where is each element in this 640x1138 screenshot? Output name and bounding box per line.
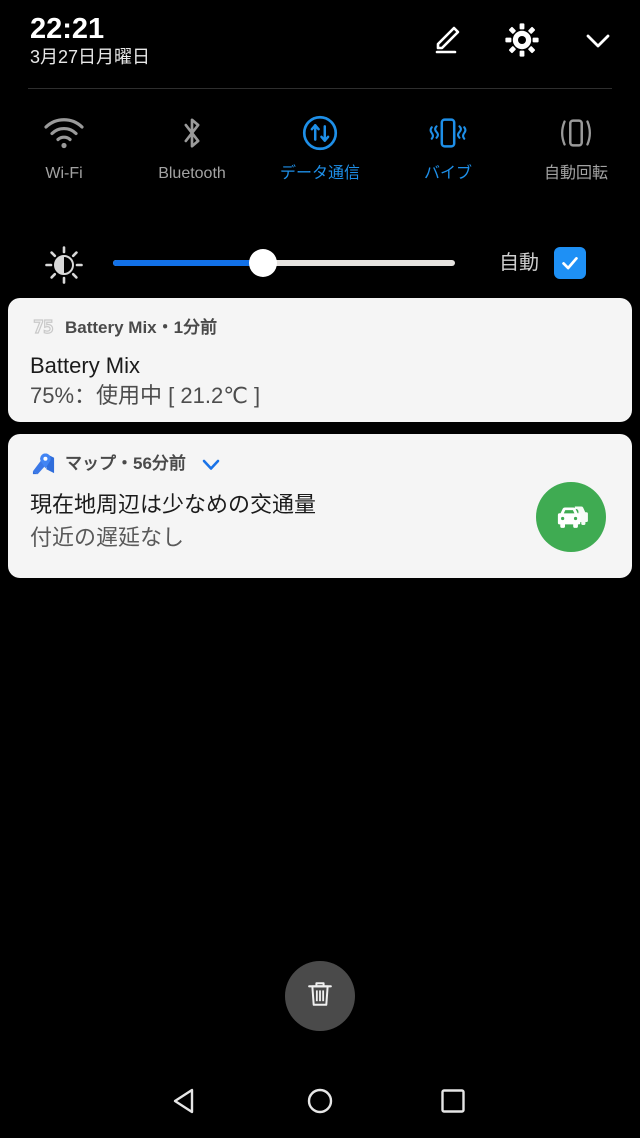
traffic-car-icon (536, 482, 606, 552)
status-clock: 22:21 (30, 13, 105, 45)
status-date: 3月27日月曜日 (30, 47, 151, 67)
quick-tile-mobile-data[interactable]: データ通信 (256, 104, 384, 204)
trash-icon (302, 976, 338, 1017)
quick-tile-bluetooth[interactable]: Bluetooth (128, 104, 256, 204)
shade-header: 22:21 3月27日月曜日 (0, 0, 640, 92)
battery-mix-icon-text: 75 (33, 317, 55, 338)
chevron-down-icon[interactable] (580, 22, 616, 58)
quick-tile-label: バイブ (423, 165, 472, 182)
quick-tile-label: データ通信 (279, 165, 360, 182)
circle-home-icon (300, 1081, 340, 1126)
header-divider (28, 88, 612, 89)
chevron-down-icon[interactable] (199, 452, 223, 476)
vibrate-icon (425, 110, 471, 156)
mobile-data-icon (299, 110, 341, 156)
notification-header: 75 Battery Mix・1分前 (30, 316, 218, 340)
wifi-icon (42, 110, 86, 156)
quick-tile-label: Wi-Fi (45, 165, 83, 182)
quick-tile-auto-rotate[interactable]: 自動回転 (512, 104, 640, 204)
quick-tile-label: 自動回転 (543, 165, 608, 182)
brightness-row: 自動 (0, 232, 640, 294)
auto-brightness-label: 自動 (499, 252, 539, 274)
battery-mix-icon: 75 (30, 316, 56, 340)
notification-title: 現在地周辺は少なめの交通量 (30, 492, 317, 517)
clear-all-notifications-button[interactable] (285, 961, 355, 1031)
notification-body: 75%：使用中 [ 21.2℃ ] (30, 383, 261, 408)
notification-body: 付近の遅延なし (30, 525, 185, 550)
slider-thumb[interactable] (249, 249, 278, 277)
back-button[interactable] (164, 1080, 210, 1126)
slider-fill (113, 260, 264, 266)
notification-app-name: マップ・56分前 (65, 454, 186, 473)
notification-title: Battery Mix (30, 353, 141, 378)
brightness-icon (44, 245, 84, 290)
auto-brightness-checkbox[interactable] (554, 247, 586, 279)
quick-tile-label: Bluetooth (158, 165, 226, 182)
brightness-slider[interactable] (113, 249, 455, 277)
settings-gear-icon[interactable] (504, 22, 540, 58)
recents-button[interactable] (430, 1080, 476, 1126)
home-button[interactable] (297, 1080, 343, 1126)
auto-rotate-icon (553, 110, 599, 156)
notification-card-maps[interactable]: マップ・56分前 現在地周辺は少なめの交通量 付近の遅延なし (8, 434, 632, 578)
bluetooth-icon (177, 110, 207, 156)
header-actions (428, 22, 616, 58)
quick-settings-row: Wi-Fi Bluetooth データ通信 バイブ 自動回転 (0, 104, 640, 204)
triangle-back-icon (167, 1081, 207, 1126)
google-maps-icon (30, 452, 56, 476)
navigation-bar (0, 1068, 640, 1138)
square-recents-icon (433, 1081, 473, 1126)
quick-tile-wifi[interactable]: Wi-Fi (0, 104, 128, 204)
notification-header: マップ・56分前 (30, 452, 223, 476)
notification-app-name: Battery Mix・1分前 (65, 318, 218, 337)
notification-shade: 22:21 3月27日月曜日 Wi-Fi Bluetooth データ通信 バイブ… (0, 0, 640, 1138)
quick-tile-vibrate[interactable]: バイブ (384, 104, 512, 204)
notification-card-battery[interactable]: 75 Battery Mix・1分前 Battery Mix 75%：使用中 [… (8, 298, 632, 422)
edit-icon[interactable] (428, 22, 464, 58)
